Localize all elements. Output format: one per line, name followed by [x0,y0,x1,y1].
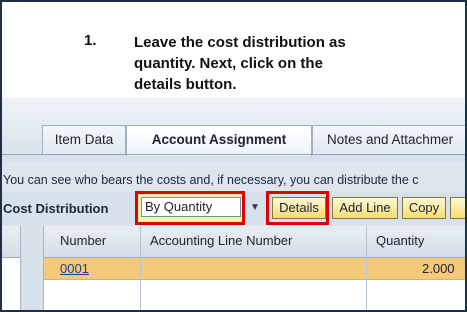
triangle-down-icon[interactable]: ▼ [248,199,262,217]
step-number: 1. [84,32,97,49]
tab-notes-attachments[interactable]: Notes and Attachmer [312,125,465,155]
sap-panel: Item Data Notes and Attachmer Account As… [2,98,465,310]
column-quantity[interactable]: Quantity [376,233,424,248]
account-assignment-table: Number Accounting Line Number Quantity 0… [2,226,465,310]
copy-button[interactable]: Copy [402,197,446,219]
tab-item-data[interactable]: Item Data [42,125,126,155]
row-quantity: 2.000 [422,261,455,276]
cost-distribution-label: Cost Distribution [3,201,109,216]
row-number-link[interactable]: 0001 [60,261,89,276]
instruction-callout: 1. Leave the cost distribution as quanti… [2,2,465,98]
column-accounting-line-number[interactable]: Accounting Line Number [150,233,292,248]
tab-account-assignment[interactable]: Account Assignment [126,125,312,156]
more-button[interactable] [450,197,465,219]
cost-distribution-toolbar: Cost Distribution By Quantity ▼ Details … [2,191,465,225]
tab-divider [2,154,465,155]
table-row-empty [44,281,465,310]
tab-bar: Item Data Notes and Attachmer Account As… [2,98,465,162]
column-number[interactable]: Number [60,233,106,248]
table-row[interactable] [44,258,465,280]
row-selector-column[interactable] [20,226,44,310]
column-separator [140,226,141,310]
cost-distribution-select[interactable]: By Quantity [141,197,241,217]
table-header: Number Accounting Line Number Quantity [2,226,465,258]
column-separator [366,226,367,310]
info-text: You can see who bears the costs and, if … [3,173,419,187]
details-button[interactable]: Details [272,197,326,219]
step-text: Leave the cost distribution as quantity.… [134,34,346,93]
screenshot-frame: 1. Leave the cost distribution as quanti… [0,0,467,312]
add-line-button[interactable]: Add Line [332,197,398,219]
